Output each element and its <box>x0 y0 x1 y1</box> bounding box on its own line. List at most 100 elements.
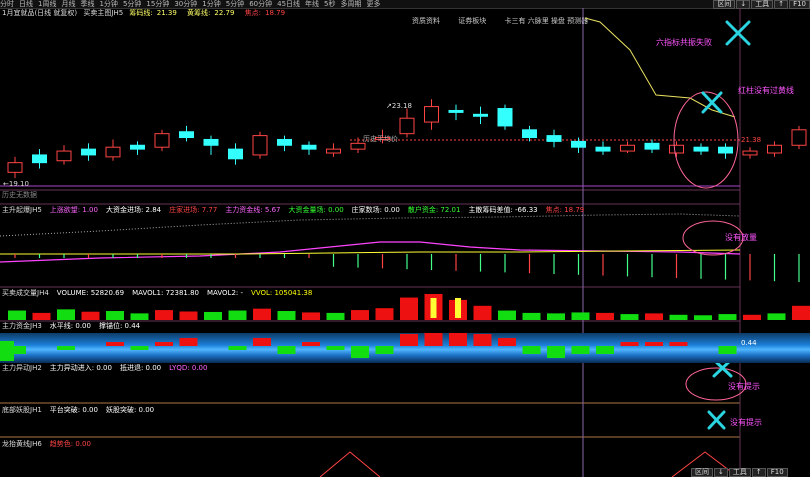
fund-bar[interactable] <box>522 346 541 354</box>
volume-bar[interactable] <box>694 315 712 320</box>
panel7-name[interactable]: 龙抬黄线JH6 <box>2 440 42 448</box>
fund-bar[interactable] <box>228 346 247 350</box>
volume-bar[interactable] <box>228 310 247 320</box>
volume-bar[interactable] <box>473 305 492 320</box>
candle-body[interactable] <box>81 148 96 156</box>
volume-bar[interactable] <box>792 305 810 320</box>
volume-bar[interactable] <box>57 309 75 320</box>
candle-body[interactable] <box>669 144 684 154</box>
candle-body[interactable] <box>448 109 464 113</box>
candle-body[interactable] <box>301 144 317 150</box>
candle-body[interactable] <box>693 146 709 152</box>
volume-bar[interactable] <box>718 314 737 320</box>
volume-bar[interactable] <box>32 312 51 320</box>
volume-bar[interactable] <box>498 310 516 320</box>
volume-bar[interactable] <box>375 308 394 320</box>
fund-bar[interactable] <box>130 346 149 350</box>
candle-body[interactable] <box>620 144 635 152</box>
volume-bar[interactable] <box>767 313 786 320</box>
volume-bar[interactable] <box>596 312 614 320</box>
volume-bar[interactable] <box>743 314 761 320</box>
candle-body[interactable] <box>32 154 47 164</box>
volume-bar[interactable] <box>277 311 296 320</box>
fund-bar[interactable] <box>277 346 296 354</box>
candle-body[interactable] <box>522 129 537 139</box>
fund-bar[interactable] <box>155 342 173 346</box>
candle-body[interactable] <box>154 133 170 148</box>
panel5-name[interactable]: 主力异动JH2 <box>2 364 42 372</box>
volume-bar[interactable] <box>620 314 639 320</box>
panel4-name[interactable]: 主力资金JH3 <box>2 322 42 330</box>
candle-body[interactable] <box>228 148 243 160</box>
bottom-btn-1[interactable]: ↓ <box>714 468 728 477</box>
fund-bar[interactable] <box>547 346 565 358</box>
volume-bar[interactable] <box>106 311 124 320</box>
candle-body[interactable] <box>326 148 341 154</box>
volume-bar[interactable] <box>326 312 345 320</box>
candle-body[interactable] <box>767 144 782 154</box>
candle-body[interactable] <box>742 150 758 156</box>
fund-bar[interactable] <box>449 333 467 346</box>
fund-bar[interactable] <box>596 346 614 354</box>
candle-body[interactable] <box>130 144 145 150</box>
volume-bar[interactable] <box>669 314 688 320</box>
volume-bar[interactable] <box>81 311 100 320</box>
fund-bar[interactable] <box>424 333 443 346</box>
volume-bar[interactable] <box>179 311 198 320</box>
fund-bar[interactable] <box>571 346 590 354</box>
fund-bar[interactable] <box>620 342 639 346</box>
volume-bar[interactable] <box>522 312 541 320</box>
candle-body[interactable] <box>424 106 439 123</box>
candle-body[interactable] <box>7 162 23 173</box>
volume-bar[interactable] <box>302 312 320 320</box>
volume-bar[interactable] <box>130 313 149 320</box>
volume-bar[interactable] <box>645 313 663 320</box>
bottom-btn-4[interactable]: F10 <box>766 468 788 477</box>
volume-bar[interactable] <box>547 313 565 320</box>
volume-bar[interactable] <box>571 312 590 320</box>
candle-body[interactable] <box>718 146 733 154</box>
candle-body[interactable] <box>595 146 611 152</box>
volume-bar[interactable] <box>351 310 369 320</box>
bottom-btn-2[interactable]: 工具 <box>728 468 751 477</box>
candle-body[interactable] <box>277 138 292 146</box>
fund-bar[interactable] <box>57 346 75 350</box>
volume-bar[interactable] <box>8 310 26 320</box>
fund-bar[interactable] <box>351 346 369 358</box>
fund-bar[interactable] <box>179 338 198 346</box>
volume-bar[interactable] <box>400 297 418 320</box>
bottom-btn-3[interactable]: ↑ <box>751 468 766 477</box>
candle-body[interactable] <box>791 129 807 146</box>
fund-bar[interactable] <box>375 346 394 354</box>
candle-body[interactable] <box>497 108 513 127</box>
fund-bar[interactable] <box>473 334 492 346</box>
fund-bar[interactable] <box>253 338 271 346</box>
fund-bar[interactable] <box>326 346 345 350</box>
fund-bar[interactable] <box>645 342 663 346</box>
fund-bar[interactable] <box>718 346 737 354</box>
fund-bar[interactable] <box>302 342 320 346</box>
volume-bar[interactable] <box>253 308 271 320</box>
candle-body[interactable] <box>252 135 268 156</box>
bottom-buttons: 区间 ↓ 工具 ↑ F10 <box>690 468 788 477</box>
candle-body[interactable] <box>105 146 121 158</box>
panel2-name[interactable]: 主升起爆JH5 <box>2 206 42 214</box>
candle-body[interactable] <box>399 117 415 135</box>
fund-bar[interactable] <box>498 338 516 346</box>
candle-body[interactable] <box>56 150 72 162</box>
volume-bar[interactable] <box>204 311 222 320</box>
candle-body[interactable] <box>571 140 586 148</box>
candle-body[interactable] <box>473 113 488 117</box>
panel6-name[interactable]: 底部妖股JH1 <box>2 406 42 414</box>
candle-body[interactable] <box>644 142 660 150</box>
fund-bar[interactable] <box>400 334 418 346</box>
candle-body[interactable] <box>179 131 194 139</box>
volume-bar[interactable] <box>155 310 173 320</box>
candle-body[interactable] <box>350 142 366 150</box>
fund-bar[interactable] <box>669 342 688 346</box>
bottom-btn-0[interactable]: 区间 <box>691 468 713 477</box>
panel3-name[interactable]: 买卖成交量JH4 <box>2 289 49 297</box>
candle-body[interactable] <box>203 138 219 146</box>
candle-body[interactable] <box>546 135 562 142</box>
fund-bar[interactable] <box>106 342 124 346</box>
